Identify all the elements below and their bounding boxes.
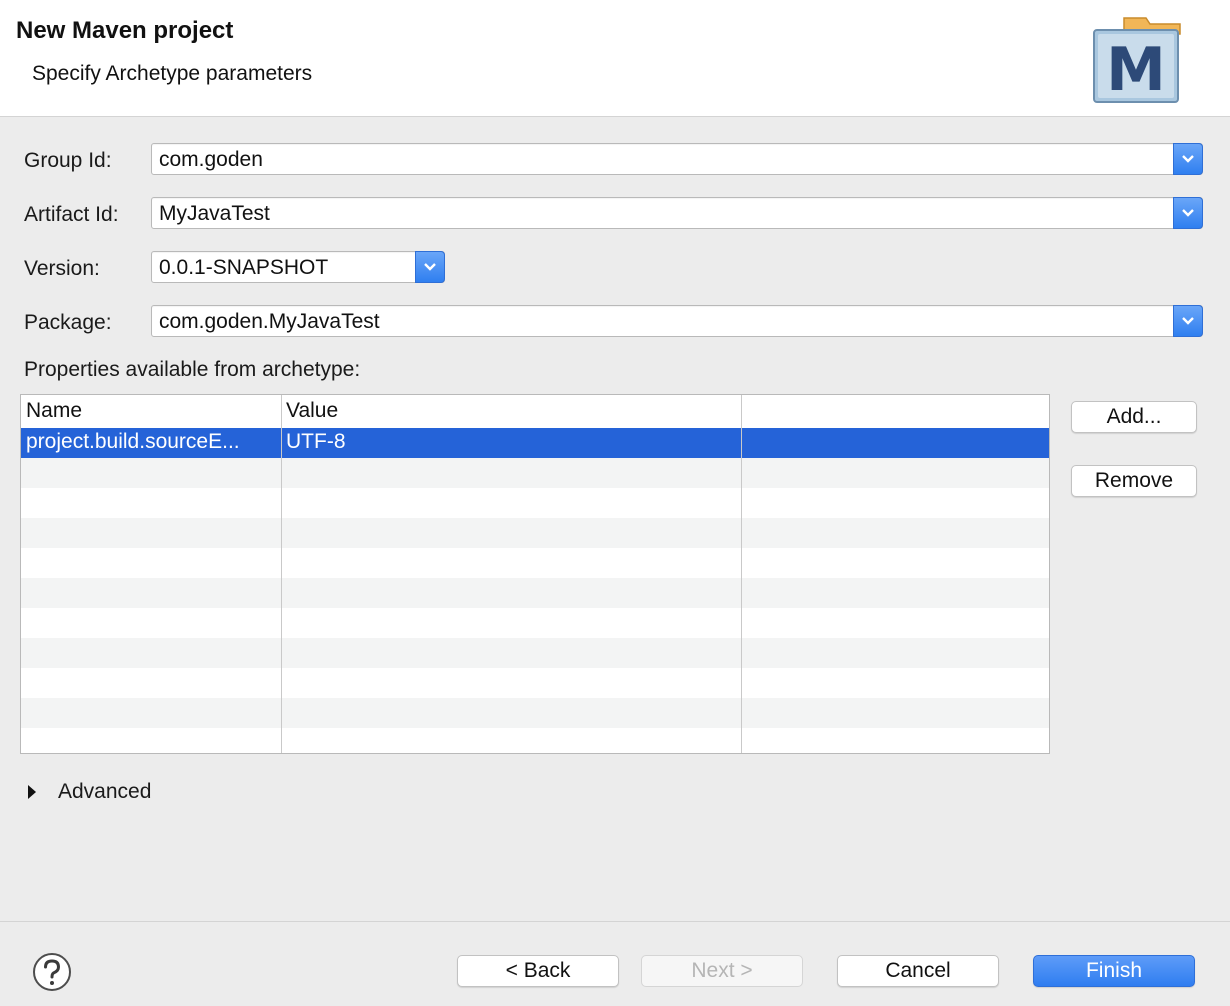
version-combo[interactable]: 0.0.1-SNAPSHOT [151, 251, 445, 283]
advanced-label: Advanced [58, 780, 152, 803]
properties-table[interactable]: Name Value project.build.sourceE... UTF-… [20, 394, 1050, 754]
chevron-down-icon[interactable] [1173, 197, 1203, 229]
page-title: New Maven project [16, 17, 234, 44]
table-row [21, 728, 1049, 753]
header-banner: New Maven project Specify Archetype para… [0, 0, 1230, 117]
version-label: Version: [24, 257, 100, 280]
table-row [21, 698, 1049, 728]
chevron-down-icon[interactable] [1173, 305, 1203, 337]
package-combo[interactable]: com.goden.MyJavaTest [151, 305, 1203, 337]
maven-logo-icon: M [1093, 17, 1181, 104]
column-header-value[interactable]: Value [286, 399, 338, 423]
next-button[interactable]: Next > [641, 955, 803, 987]
table-row [21, 608, 1049, 638]
column-header-name[interactable]: Name [26, 399, 82, 423]
column-divider [741, 395, 742, 753]
chevron-down-icon[interactable] [415, 251, 445, 283]
package-label: Package: [24, 311, 112, 334]
version-value: 0.0.1-SNAPSHOT [159, 256, 329, 279]
footer-divider [0, 921, 1230, 922]
cancel-button[interactable]: Cancel [837, 955, 999, 987]
table-row[interactable]: project.build.sourceE... UTF-8 [21, 428, 1049, 458]
table-header: Name Value [21, 395, 1049, 427]
svg-text:M: M [1106, 35, 1166, 104]
table-row [21, 518, 1049, 548]
table-row [21, 668, 1049, 698]
table-row [21, 578, 1049, 608]
artifact-id-value: MyJavaTest [159, 202, 270, 225]
package-value: com.goden.MyJavaTest [159, 310, 380, 333]
table-row [21, 458, 1049, 488]
artifact-id-label: Artifact Id: [24, 203, 119, 226]
advanced-section-toggle[interactable]: Advanced [24, 780, 151, 804]
finish-button[interactable]: Finish [1033, 955, 1195, 987]
table-row [21, 488, 1049, 518]
remove-property-button[interactable]: Remove [1071, 465, 1197, 497]
page-subtitle: Specify Archetype parameters [32, 62, 313, 85]
help-icon[interactable] [32, 952, 72, 992]
property-value-cell: UTF-8 [286, 430, 346, 453]
table-row [21, 638, 1049, 668]
add-property-button[interactable]: Add... [1071, 401, 1197, 433]
disclosure-triangle-icon[interactable] [28, 785, 36, 799]
group-id-combo[interactable]: com.goden [151, 143, 1203, 175]
column-divider [281, 395, 282, 753]
back-button[interactable]: < Back [457, 955, 619, 987]
chevron-down-icon[interactable] [1173, 143, 1203, 175]
table-row [21, 548, 1049, 578]
property-name-cell: project.build.sourceE... [26, 430, 240, 453]
group-id-label: Group Id: [24, 149, 112, 172]
group-id-value: com.goden [159, 148, 263, 171]
artifact-id-combo[interactable]: MyJavaTest [151, 197, 1203, 229]
properties-label: Properties available from archetype: [24, 358, 361, 381]
